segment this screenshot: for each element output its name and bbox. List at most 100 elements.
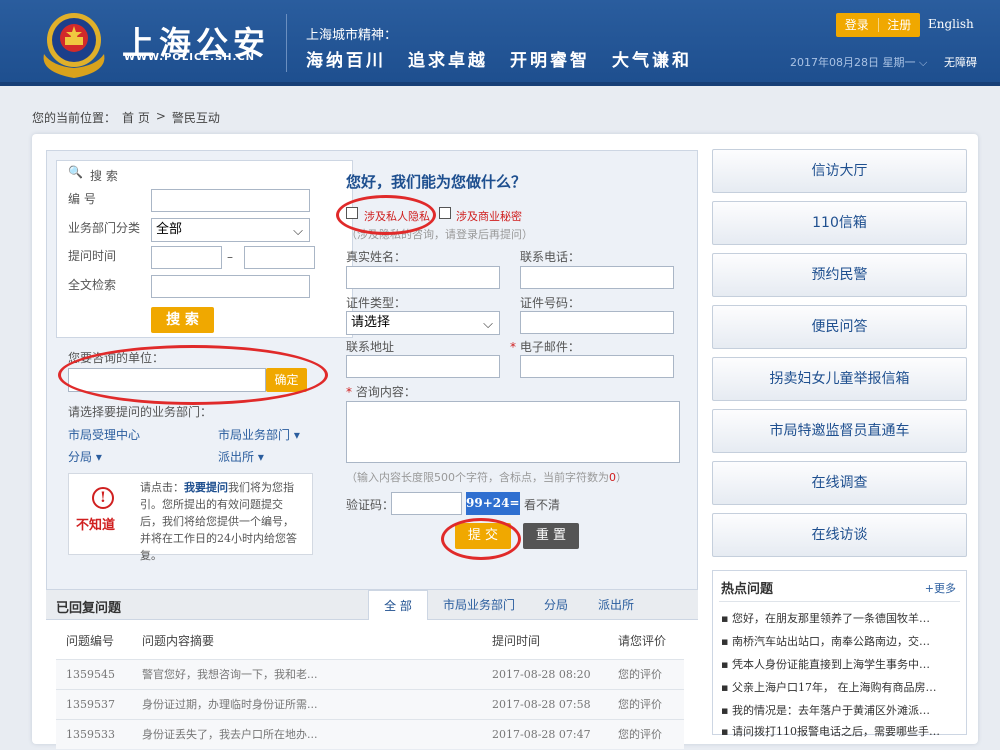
list-item[interactable]: ▪ 凭本人身份证能直接到上海学生事务中… (721, 656, 957, 672)
sidebar-item-110-mailbox[interactable]: 110信箱 (712, 201, 967, 245)
city-spirit-words: 海纳百川 追求卓越 开明睿智 大气谦和 (306, 46, 692, 71)
email-label-text: 电子邮件： (519, 340, 580, 354)
search-title: 搜 索 (90, 169, 118, 183)
search-button[interactable]: 搜 索 (151, 307, 214, 333)
hot-item-text: 请问拨打110报警电话之后，需要哪些手… (731, 725, 940, 738)
alert-icon: ! (92, 487, 114, 509)
table-row[interactable]: 1359545 警官您好，我想咨询一下，我和老... 2017-08-28 08… (56, 659, 684, 689)
table-row[interactable]: 1359533 身份证丢失了，我去户口所在地办... 2017-08-28 07… (56, 719, 684, 749)
link-branch[interactable]: 分局 ▾ (68, 448, 102, 465)
end-date-input[interactable] (244, 246, 315, 269)
hot-item-text: 我的情况是：去年落户于黄浦区外滩派… (731, 704, 930, 717)
highlight-annotation (441, 518, 521, 560)
char-count: 0 (609, 471, 616, 484)
breadcrumb: 您的当前位置： 首 页 > 警民互动 (32, 109, 220, 126)
sidebar-item-faq[interactable]: 便民问答 (712, 305, 967, 349)
cell-time: 2017-08-28 07:47 (492, 728, 591, 741)
list-item[interactable]: ▪ 父亲上海户口17年， 在上海购有商品房… (721, 679, 957, 695)
city-spirit-title: 上海城市精神： (306, 28, 398, 43)
breadcrumb-separator: > (155, 109, 166, 123)
address-input[interactable] (346, 355, 500, 378)
name-label: 真实姓名： (346, 250, 407, 264)
register-button[interactable]: 注册 (879, 13, 921, 37)
name-input[interactable] (346, 266, 500, 289)
sidebar-item-survey[interactable]: 在线调查 (712, 461, 967, 505)
login-button[interactable]: 登录 (836, 13, 878, 37)
divider (719, 601, 960, 602)
reset-button[interactable]: 重 置 (523, 523, 579, 549)
search-icon: 🔍 (68, 165, 83, 179)
phone-input[interactable] (520, 266, 674, 289)
captcha-image: 99+24=? (466, 492, 520, 515)
hot-item-text: 凭本人身份证能直接到上海学生事务中… (731, 658, 930, 671)
chevron-down-icon: ⌵ (919, 56, 928, 69)
sidebar-item-interview[interactable]: 在线访谈 (712, 513, 967, 557)
content-label-text: 咨询内容： (355, 385, 416, 399)
idtype-select[interactable]: 请选择 ⌵ (346, 311, 500, 335)
idtype-label: 证件类型： (346, 296, 407, 310)
ask-question-link[interactable]: 我要提问 (184, 481, 228, 494)
sidebar-item-trafficking-report[interactable]: 拐卖妇女儿童举报信箱 (712, 357, 967, 401)
cell-summary[interactable]: 身份证丢失了，我去户口所在地办... (142, 720, 318, 750)
id-input[interactable] (151, 189, 310, 212)
header-date[interactable]: 2017年08月28日 星期一 ⌵ (790, 54, 927, 70)
captcha-refresh-link[interactable]: 看不清 (524, 496, 560, 513)
sidebar-item-petition-hall[interactable]: 信访大厅 (712, 149, 967, 193)
cell-rate[interactable]: 您的评价 (618, 720, 662, 750)
start-date-input[interactable] (151, 246, 222, 269)
captcha-input[interactable] (391, 492, 462, 515)
fulltext-input[interactable] (151, 275, 310, 298)
limit-hint: （输入内容长度限500个字符，含标点，当前字符数为0） (346, 469, 627, 485)
cell-rate[interactable]: 您的评价 (618, 660, 662, 690)
hot-questions: 热点问题 +更多 ▪ 您好，在朋友那里领养了一条德国牧羊… ▪ 南桥汽车站出站口… (712, 570, 967, 738)
tab-all[interactable]: 全 部 (368, 590, 428, 620)
column-header: 请您评价 (618, 634, 667, 648)
accessibility-link[interactable]: 无障碍 (944, 54, 977, 70)
table-row[interactable]: 1359537 身份证过期，办理临时身份证所需... 2017-08-28 07… (56, 689, 684, 719)
list-item[interactable]: ▪ 请问拨打110报警电话之后，需要哪些手… (721, 723, 957, 739)
dept-label: 业务部门分类 (68, 221, 141, 235)
form-title: 您好，我们能为您做什么？ (346, 173, 527, 191)
tab-branch[interactable]: 分局 (532, 590, 580, 620)
site-url: WWW.POLICE.SH.CN (124, 52, 256, 63)
english-link[interactable]: English (928, 17, 974, 31)
auth-box: 登录 注册 (836, 13, 920, 37)
hot-more-link[interactable]: +更多 (925, 580, 956, 596)
spirit-word: 大气谦和 (612, 51, 692, 71)
breadcrumb-current: 警民互动 (171, 111, 220, 125)
link-city-dept[interactable]: 市局业务部门 ▾ (218, 426, 300, 443)
idno-input[interactable] (520, 311, 674, 334)
tab-city-dept[interactable]: 市局业务部门 (436, 590, 522, 620)
hot-item-text: 南桥汽车站出站口，南奉公路南边，交… (731, 635, 930, 648)
cell-id: 1359545 (66, 668, 115, 681)
breadcrumb-prefix: 您的当前位置： (32, 111, 117, 125)
link-station[interactable]: 派出所 ▾ (218, 448, 264, 465)
cell-summary[interactable]: 身份证过期，办理临时身份证所需... (142, 690, 318, 720)
notice-prefix: 请点击： (140, 481, 184, 494)
content-label: * 咨询内容： (346, 383, 416, 400)
breadcrumb-home[interactable]: 首 页 (122, 109, 150, 126)
sidebar-item-appointment[interactable]: 预约民警 (712, 253, 967, 297)
cell-summary[interactable]: 警官您好，我想咨询一下，我和老... (142, 660, 318, 690)
business-checkbox[interactable] (439, 207, 451, 219)
email-input[interactable] (520, 355, 674, 378)
list-item[interactable]: ▪ 我的情况是：去年落户于黄浦区外滩派… (721, 702, 957, 718)
list-item[interactable]: ▪ 南桥汽车站出站口，南奉公路南边，交… (721, 633, 957, 649)
address-label: 联系地址 (346, 340, 395, 354)
limit-hint-text: （输入内容长度限500个字符，含标点，当前字符数为 (346, 471, 609, 484)
tab-station[interactable]: 派出所 (590, 590, 642, 620)
list-item[interactable]: ▪ 您好，在朋友那里领养了一条德国牧羊… (721, 610, 957, 626)
spirit-word: 追求卓越 (408, 51, 488, 71)
chevron-down-icon: ⌵ (483, 317, 493, 332)
content-textarea[interactable] (346, 401, 680, 463)
fulltext-label: 全文检索 (68, 278, 117, 292)
sidebar-item-supervisor[interactable]: 市局特邀监督员直通车 (712, 409, 967, 453)
dept-select[interactable]: 全部 ⌵ (151, 218, 310, 242)
link-city-center[interactable]: 市局受理中心 (68, 426, 140, 443)
cell-rate[interactable]: 您的评价 (618, 690, 662, 720)
idtype-select-value: 请选择 (351, 315, 391, 330)
cell-time: 2017-08-28 08:20 (492, 668, 591, 681)
notice-text: 请点击：我要提问我们将为您指引。您所提出的有效问题提交后，我们将给您提供一个编号… (140, 479, 304, 564)
cell-time: 2017-08-28 07:58 (492, 698, 591, 711)
answered-header: 已回复问题 全 部 市局业务部门 分局 派出所 (46, 590, 698, 620)
